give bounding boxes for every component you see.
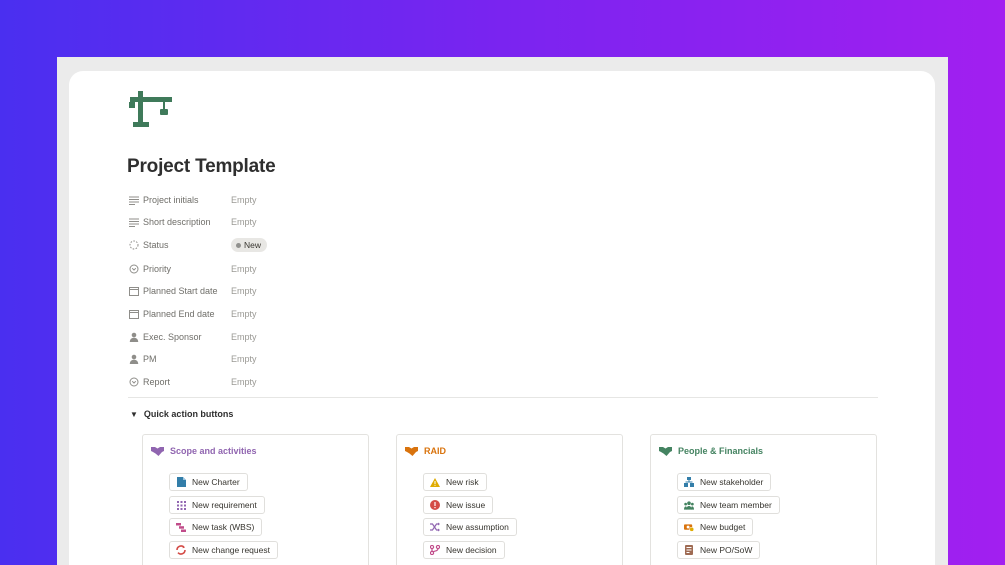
button-label: New risk [446,477,479,487]
person-icon [128,332,139,343]
property-row-project-initials[interactable]: Project initials Empty [128,191,428,209]
property-value[interactable]: Empty [231,195,257,205]
property-name: Planned End date [143,309,215,319]
button-label: New Charter [192,477,240,487]
divider [128,397,878,398]
text-lines-icon [128,217,139,228]
calendar-icon [128,286,139,297]
status-spinner-icon [128,240,139,251]
property-name: Short description [143,217,211,227]
property-value[interactable]: Empty [231,286,257,296]
handshake-icon [659,447,672,456]
select-circle-icon [128,377,139,388]
new-risk-button[interactable]: New risk [423,473,487,491]
property-row-status[interactable]: Status New [128,236,428,254]
branch-icon [430,545,440,555]
button-label: New task (WBS) [192,522,255,532]
property-name: Status [143,240,169,250]
hierarchy-icon [176,522,186,532]
button-label: New decision [446,545,497,555]
new-assumption-button[interactable]: New assumption [423,518,517,536]
new-charter-button[interactable]: New Charter [169,473,248,491]
toggle-label: Quick action buttons [143,409,234,419]
button-label: New team member [700,500,772,510]
property-row-priority[interactable]: Priority Empty [128,260,428,278]
money-icon [684,522,694,532]
handshake-icon [151,447,164,456]
property-value[interactable]: Empty [231,377,257,387]
card-title: RAID [424,446,446,456]
new-stakeholder-button[interactable]: New stakeholder [677,473,772,491]
property-value[interactable]: Empty [231,332,257,342]
card-scope-and-activities: Scope and activities New Charter New req… [142,434,369,565]
status-badge-label: New [244,240,262,250]
card-header: RAID [405,445,446,457]
card-title: Scope and activities [170,446,257,456]
new-decision-button[interactable]: New decision [423,541,505,559]
button-label: New issue [446,500,486,510]
property-name: Planned Start date [143,286,218,296]
button-label: New requirement [192,500,257,510]
property-row-short-description[interactable]: Short description Empty [128,213,428,231]
property-name: Project initials [143,195,199,205]
property-row-planned-start-date[interactable]: Planned Start date Empty [128,282,428,300]
property-row-planned-end-date[interactable]: Planned End date Empty [128,305,428,323]
card-header: Scope and activities [151,445,257,457]
card-title: People & Financials [678,446,764,456]
new-requirement-button[interactable]: New requirement [169,496,265,514]
property-value[interactable]: Empty [231,217,257,227]
text-lines-icon [128,195,139,206]
new-change-request-button[interactable]: New change request [169,541,278,559]
calendar-icon [128,309,139,320]
property-name: Exec. Sponsor [143,332,202,342]
handshake-icon [405,447,418,456]
property-name: Report [143,377,171,387]
new-budget-button[interactable]: New budget [677,518,754,536]
change-icon [176,545,186,555]
status-badge[interactable]: New [231,238,268,252]
property-name: PM [143,354,157,364]
shuffle-icon [430,522,440,532]
person-icon [128,354,139,365]
property-row-exec-sponsor[interactable]: Exec. Sponsor Empty [128,328,428,346]
grid-icon [176,500,186,510]
warning-icon [430,477,440,487]
page-title[interactable]: Project Template [127,156,276,178]
button-label: New budget [700,522,746,532]
new-team-member-button[interactable]: New team member [677,496,780,514]
receipt-icon [684,545,694,555]
property-value[interactable]: Empty [231,309,257,319]
new-task-wbs-button[interactable]: New task (WBS) [169,518,263,536]
new-po-sow-button[interactable]: New PO/SoW [677,541,761,559]
button-label: New PO/SoW [700,545,753,555]
org-icon [684,477,694,487]
select-circle-icon [128,264,139,275]
property-row-report[interactable]: Report Empty [128,373,428,391]
status-dot [236,242,241,248]
card-header: People & Financials [659,445,763,457]
property-name: Priority [143,264,172,274]
card-people-and-financials: People & Financials New stakeholder New … [650,434,877,565]
team-icon [684,500,694,510]
quick-actions-toggle[interactable]: ▼ Quick action buttons [130,409,233,419]
property-value[interactable]: Empty [231,264,257,274]
button-label: New stakeholder [700,477,764,487]
button-label: New change request [192,545,270,555]
new-issue-button[interactable]: New issue [423,496,494,514]
document-icon [176,477,186,487]
card-raid: RAID New risk New issue New assumption N… [396,434,623,565]
property-value[interactable]: Empty [231,354,257,364]
triangle-down-icon[interactable]: ▼ [130,410,138,419]
alert-icon [430,500,440,510]
property-row-pm[interactable]: PM Empty [128,350,428,368]
button-label: New assumption [446,522,509,532]
crane-icon[interactable] [128,88,174,128]
